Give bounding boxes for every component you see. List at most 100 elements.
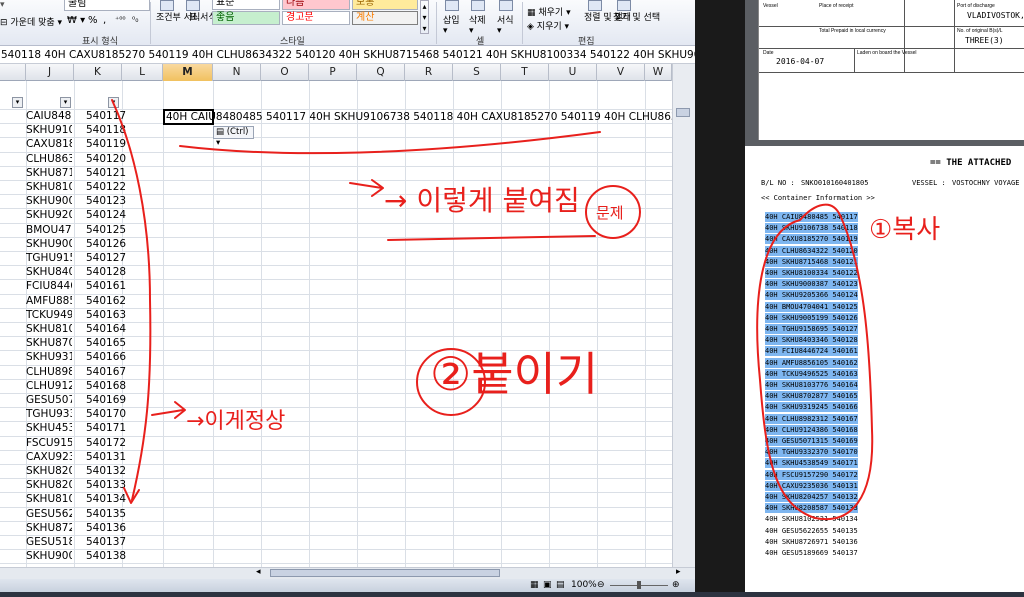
column-header-l[interactable]: L [122, 64, 163, 81]
cell-code[interactable]: 540166 [86, 350, 126, 364]
cell-container-no[interactable]: SKHU8102531 [26, 492, 72, 506]
styles-scroll[interactable]: ▴ ▾ ▾ [420, 0, 429, 34]
select-all-corner[interactable] [0, 64, 26, 81]
cell-container-no[interactable]: TGHU9158695 [26, 251, 72, 265]
zoom-out-button[interactable]: ⊖ [597, 579, 605, 592]
cell-code[interactable]: 540169 [86, 393, 126, 407]
cell-container-no[interactable]: CLHU8982312 [26, 365, 72, 379]
pdf-container-line[interactable]: 40H CLHU9124386 540168 [765, 424, 858, 435]
cell-container-no[interactable]: SKHU8208587 [26, 478, 72, 492]
filter-dropdown-k[interactable]: ▾ [108, 97, 119, 108]
column-header-u[interactable]: U [549, 64, 597, 81]
increase-decimal-button[interactable]: ⁺⁰⁰ [115, 15, 126, 24]
insert-button[interactable]: 삽입 ▾ [443, 13, 460, 36]
zoom-level[interactable]: 100% [571, 579, 597, 592]
pdf-container-line[interactable]: 40H SKHU8208587 540133 [765, 503, 858, 514]
cell-container-no[interactable]: SKHU9205366 [26, 208, 72, 222]
cell-container-no[interactable]: SKHU8100334 [26, 180, 72, 194]
pdf-container-line[interactable]: 40H SKHU4538549 540171 [765, 458, 858, 469]
cell-code[interactable]: 540136 [86, 521, 126, 535]
pdf-container-line[interactable]: 40H SKHU9319245 540166 [765, 402, 858, 413]
column-header-t[interactable]: T [501, 64, 549, 81]
pdf-container-line[interactable]: 40H SKHU9000387 540123 [765, 279, 858, 290]
cell-container-no[interactable]: SKHU8715468 [26, 166, 72, 180]
cell-container-no[interactable]: CLHU9124386 [26, 379, 72, 393]
cell-container-no[interactable]: SKHU8726971 [26, 521, 72, 535]
cell-code[interactable]: 540122 [86, 180, 126, 194]
cell-code[interactable]: 540125 [86, 223, 126, 237]
cell-code[interactable]: 540123 [86, 194, 126, 208]
cell-container-no[interactable]: CAXU9235036 [26, 450, 72, 464]
column-header-v[interactable]: V [597, 64, 645, 81]
cell-code[interactable]: 540165 [86, 336, 126, 350]
comma-button[interactable]: , [103, 15, 106, 26]
cell-container-no[interactable]: FCIU8446724 [26, 279, 72, 293]
pdf-container-line[interactable]: 40H SKHU8403346 540128 [765, 335, 858, 346]
cell-code[interactable]: 540138 [86, 549, 126, 563]
cell-container-no[interactable]: GESU5622655 [26, 507, 72, 521]
cell-code[interactable]: 540172 [86, 436, 126, 450]
cell-code[interactable]: 540132 [86, 464, 126, 478]
column-header-w[interactable]: W [645, 64, 672, 81]
cell-code[interactable]: 540170 [86, 407, 126, 421]
cell-container-no[interactable]: SKHU9003373 [26, 549, 72, 563]
percent-button[interactable]: % [88, 15, 98, 26]
cell-code[interactable]: 540126 [86, 237, 126, 251]
pdf-container-line[interactable]: 40H AMFU8856105 540162 [765, 357, 858, 368]
cell-container-no[interactable]: FSCU9157290 [26, 436, 72, 450]
cell-code[interactable]: 540133 [86, 478, 126, 492]
column-header-m[interactable]: M [163, 64, 213, 81]
cell-container-no[interactable]: GESU5071315 [26, 393, 72, 407]
clear-button[interactable]: ◈ 지우기 ▾ [527, 19, 569, 32]
pdf-container-line[interactable]: 40H SKHU9106738 540118 [765, 223, 858, 234]
column-header-k[interactable]: K [74, 64, 122, 81]
pdf-container-line[interactable]: 40H SKHU8103776 540164 [765, 380, 858, 390]
cell-container-no[interactable]: GESU5189669 [26, 535, 72, 549]
zoom-slider-thumb[interactable] [637, 581, 641, 589]
pdf-container-line[interactable]: 40H TGHU9158695 540127 [765, 324, 858, 334]
pdf-container-line[interactable]: 40H SKHU8204257 540132 [765, 492, 858, 502]
cell-code[interactable]: 540128 [86, 265, 126, 279]
font-name-box[interactable]: 굴림 [64, 0, 150, 11]
cell-code[interactable]: 540171 [86, 421, 126, 435]
pdf-container-line[interactable]: 40H SKHU9005199 540126 [765, 312, 858, 323]
column-header-n[interactable]: N [213, 64, 261, 81]
pdf-container-line[interactable]: 40H BMOU4704041 540125 [765, 301, 858, 312]
cell-code[interactable]: 540161 [86, 279, 126, 293]
vertical-scroll-thumb[interactable] [676, 108, 690, 117]
paste-options-button[interactable]: ▤ (Ctrl) ▾ [213, 126, 254, 148]
cell-container-no[interactable]: SKHU8103776 [26, 322, 72, 336]
pdf-container-line[interactable]: 40H TGHU9332370 540170 [765, 447, 858, 458]
filter-dropdown-i[interactable]: ▾ [12, 97, 23, 108]
cell-code[interactable]: 540118 [86, 123, 126, 137]
pdf-container-line[interactable]: 40H SKHU9205366 540124 [765, 290, 858, 301]
style-neutral[interactable]: 보통 [352, 0, 418, 10]
cell-code[interactable]: 540135 [86, 507, 126, 521]
currency-button[interactable]: ₩ ▾ [67, 15, 85, 26]
find-select-button[interactable]: 찾기 및 선택 [613, 13, 660, 23]
pdf-container-line[interactable]: 40H SKHU8100334 540122 [765, 268, 858, 278]
cell-code[interactable]: 540120 [86, 152, 126, 166]
pdf-container-line[interactable]: 40H TCKU9496525 540163 [765, 368, 858, 379]
cell-code[interactable]: 540167 [86, 365, 126, 379]
pdf-container-line[interactable]: 40H FSCU9157290 540172 [765, 469, 858, 480]
cell-code[interactable]: 540134 [86, 492, 126, 506]
cell-container-no[interactable]: BMOU4704041 [26, 223, 72, 237]
column-header-o[interactable]: O [261, 64, 309, 81]
column-header-p[interactable]: P [309, 64, 357, 81]
style-warning[interactable]: 경고문 [282, 11, 350, 25]
style-calc[interactable]: 계산 [352, 11, 418, 25]
cell-code[interactable]: 540131 [86, 450, 126, 464]
column-header-q[interactable]: Q [357, 64, 405, 81]
pdf-container-line[interactable]: 40H CAXU9235036 540131 [765, 480, 858, 491]
pdf-container-line[interactable]: 40H GESU5622655 540135 [765, 526, 858, 536]
cell-container-no[interactable]: SKHU9000387 [26, 194, 72, 208]
column-header-j[interactable]: J [26, 64, 74, 81]
zoom-in-button[interactable]: ⊕ [672, 579, 680, 592]
cell-container-no[interactable]: SKHU8204257 [26, 464, 72, 478]
page-layout-icon[interactable]: ▣ [543, 579, 552, 592]
scroll-left-arrow[interactable]: ◂ [256, 567, 261, 577]
pdf-container-line[interactable]: 40H CAIU8480485 540117 [765, 212, 858, 222]
scroll-right-arrow[interactable]: ▸ [676, 567, 681, 577]
fill-button[interactable]: ▦ 채우기 ▾ [527, 5, 571, 18]
